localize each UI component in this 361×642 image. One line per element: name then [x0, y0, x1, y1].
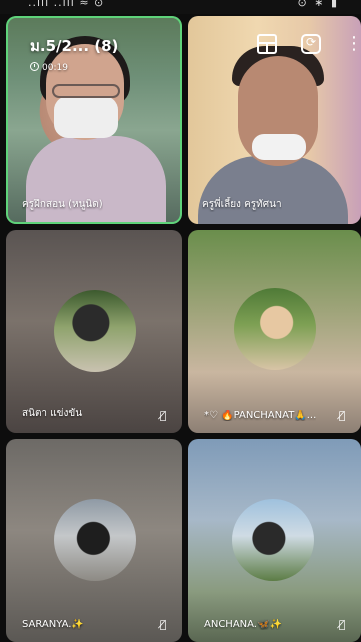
mic-off-icon: 🎙̸: [159, 618, 167, 631]
mic-off-icon: 🎙̸: [338, 409, 346, 422]
participant-tile-5[interactable]: SARANYA.✨ 🎙̸: [6, 439, 182, 642]
mic-off-icon: 🎙̸: [338, 618, 346, 631]
layout-icon[interactable]: [257, 34, 277, 54]
participant-tile-1[interactable]: ม.5/2... (8) 00:19 ครูฝึกสอน (หนูนิด): [6, 16, 182, 224]
participant-tile-4[interactable]: *♡ 🔥PANCHANAT🙏... 🎙̸: [188, 230, 361, 433]
participant-name: ANCHANA.🦋✨: [204, 619, 282, 630]
participant-name: SARANYA.✨: [22, 619, 84, 630]
clock-icon: [30, 62, 39, 71]
avatar: [54, 290, 136, 372]
participant-name: สนิตา แข่งขัน: [22, 408, 83, 419]
participant-tile-6[interactable]: ANCHANA.🦋✨ 🎙̸: [188, 439, 361, 642]
participant-name: ครูพี่เลี้ยง ครูทัศนา: [202, 199, 282, 210]
camera-switch-icon[interactable]: [301, 34, 321, 54]
avatar: [54, 499, 136, 581]
status-bar-right: ⊙ ∗ ▮: [297, 0, 339, 9]
avatar: [232, 499, 314, 581]
status-bar: ..ııl ..ııl ≈ ⊙ ⊙ ∗ ▮: [0, 0, 361, 14]
avatar: [234, 288, 316, 370]
more-vertical-icon[interactable]: ⋮: [345, 34, 361, 54]
participant-name: ครูฝึกสอน (หนูนิด): [22, 199, 103, 210]
call-title[interactable]: ม.5/2... (8): [30, 34, 118, 58]
call-toolbar: ⋮: [257, 34, 361, 54]
participant-name: *♡ 🔥PANCHANAT🙏...: [204, 410, 317, 421]
mic-off-icon: 🎙̸: [159, 409, 167, 422]
call-timer: 00:19: [30, 62, 68, 73]
status-bar-left: ..ııl ..ııl ≈ ⊙: [28, 0, 105, 9]
call-timer-value: 00:19: [42, 63, 68, 73]
participant-tile-3[interactable]: สนิตา แข่งขัน 🎙̸: [6, 230, 182, 433]
